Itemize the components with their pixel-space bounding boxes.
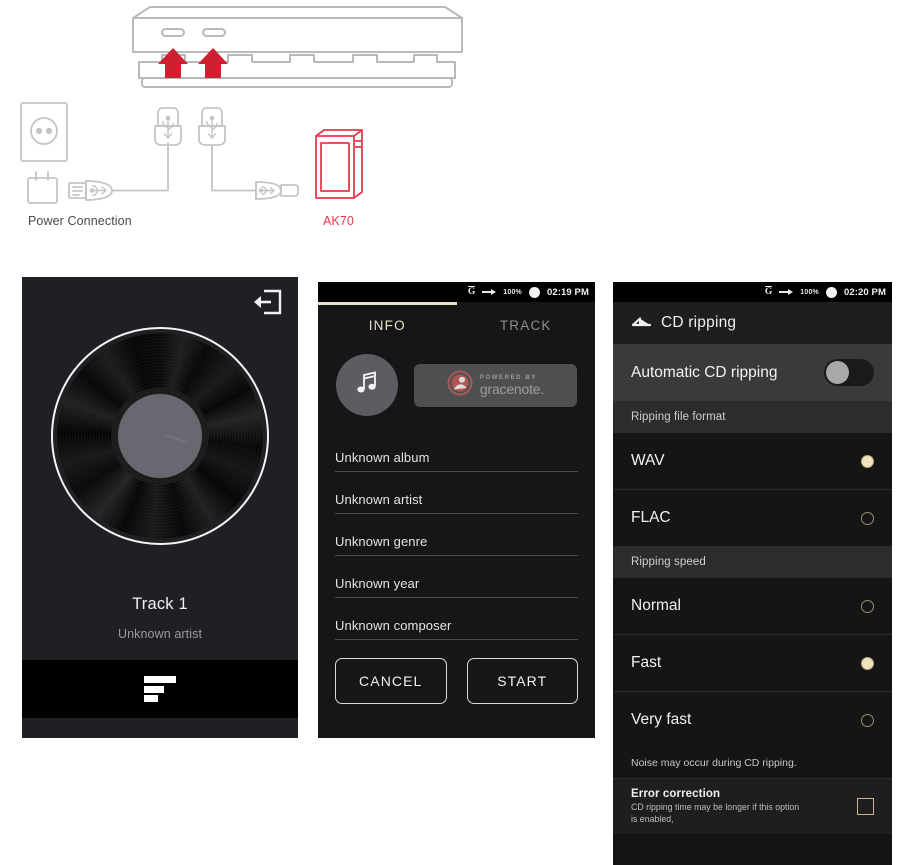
- list-bar-1: [144, 676, 176, 683]
- option-flac-label: FLAC: [631, 509, 671, 526]
- toggle-knob: [826, 361, 849, 384]
- album-cover-placeholder[interactable]: [336, 354, 398, 416]
- error-correction-checkbox[interactable]: [857, 798, 874, 815]
- clock-time: 02:19 PM: [547, 286, 589, 298]
- tab-info[interactable]: INFO: [318, 302, 457, 348]
- now-playing-screen: Astell&Kern Track 1 Unknown artist: [22, 277, 298, 738]
- composer-field-value: Unknown composer: [335, 618, 452, 633]
- album-field[interactable]: Unknown album: [335, 438, 578, 472]
- list-bar-3: [144, 695, 176, 702]
- option-very-fast-label: Very fast: [631, 711, 692, 728]
- list-bar-2: [144, 685, 176, 693]
- cd-info-screen: G 100% 02:19 PM INFO TRACK POWERED BY gr…: [318, 282, 595, 738]
- vinyl-center-label: [118, 394, 202, 478]
- now-playing-body: Astell&Kern Track 1 Unknown artist: [22, 277, 298, 718]
- option-normal[interactable]: Normal: [613, 577, 892, 634]
- option-very-fast-radio[interactable]: [861, 713, 874, 727]
- option-flac[interactable]: FLAC: [613, 489, 892, 546]
- option-flac-radio[interactable]: [861, 511, 874, 525]
- power-connection-label: Power Connection: [28, 214, 132, 228]
- status-bar: G 100% 02:19 PM: [318, 282, 595, 302]
- ripping-speed-note-text: Noise may occur during CD ripping.: [631, 757, 797, 769]
- option-wav-label: WAV: [631, 452, 665, 469]
- track-title: Track 1: [132, 595, 188, 613]
- gracenote-g-icon: G: [467, 286, 476, 298]
- automatic-cd-ripping-label: Automatic CD ripping: [631, 363, 778, 381]
- composer-field[interactable]: Unknown composer: [335, 606, 578, 640]
- album-art-vinyl[interactable]: Astell&Kern: [51, 327, 269, 545]
- transfer-arrow-icon: [482, 283, 497, 301]
- option-fast[interactable]: Fast: [613, 634, 892, 691]
- artist-field-value: Unknown artist: [335, 492, 423, 507]
- ripping-file-format-label: Ripping file format: [631, 410, 726, 423]
- dialog-actions: CANCEL START: [318, 648, 595, 704]
- option-wav[interactable]: WAV: [613, 432, 892, 489]
- track-list-button[interactable]: [22, 660, 298, 718]
- gracenote-badge[interactable]: POWERED BY gracenote.: [414, 363, 577, 407]
- ripping-speed-note: Noise may occur during CD ripping.: [613, 748, 892, 778]
- track-list-icon: [144, 676, 176, 702]
- gracenote-logo-icon: [447, 370, 473, 401]
- error-correction-subtitle: CD ripping time may be longer if this op…: [631, 802, 800, 824]
- album-header: POWERED BY gracenote.: [318, 348, 595, 416]
- ripping-speed-header: Ripping speed: [613, 546, 892, 577]
- automatic-cd-ripping-toggle[interactable]: [824, 359, 874, 386]
- start-button[interactable]: START: [466, 658, 578, 704]
- battery-full-icon: [826, 286, 837, 298]
- settings-header: CD ripping: [613, 302, 892, 344]
- gracenote-g-icon: G: [764, 286, 773, 298]
- artist-field[interactable]: Unknown artist: [335, 480, 578, 514]
- cd-ripping-settings-screen: G 100% 02:20 PM CD ripping Automatic CD …: [613, 282, 892, 865]
- option-very-fast[interactable]: Very fast: [613, 691, 892, 748]
- clock-time: 02:20 PM: [844, 286, 886, 298]
- cancel-button[interactable]: CANCEL: [335, 658, 447, 704]
- option-wav-radio[interactable]: [861, 454, 874, 468]
- track-artist: Unknown artist: [117, 627, 203, 641]
- album-field-value: Unknown album: [335, 450, 430, 465]
- connection-diagram: Power Connection AK70: [0, 0, 902, 260]
- transfer-arrow-icon: [779, 283, 794, 301]
- genre-field-value: Unknown genre: [335, 534, 428, 549]
- battery-full-icon: [529, 286, 540, 298]
- back-arrow-icon[interactable]: [631, 314, 652, 333]
- ripping-file-format-header: Ripping file format: [613, 401, 892, 432]
- option-normal-radio[interactable]: [861, 599, 874, 613]
- ak70-label: AK70: [323, 214, 354, 228]
- option-normal-label: Normal: [631, 597, 681, 614]
- error-correction-title: Error correction: [631, 788, 721, 801]
- tab-bar: INFO TRACK: [318, 302, 595, 348]
- gracenote-powered-by: POWERED BY: [479, 374, 537, 381]
- exit-icon[interactable]: [251, 287, 283, 317]
- gracenote-brand: gracenote.: [479, 380, 545, 397]
- tab-active-indicator: [318, 302, 457, 305]
- battery-percent: 100%: [503, 288, 522, 296]
- option-fast-radio[interactable]: [861, 656, 874, 670]
- music-note-icon: [355, 370, 379, 401]
- option-fast-label: Fast: [631, 654, 662, 671]
- year-field-value: Unknown year: [335, 576, 420, 591]
- screenshot-root: Power Connection AK70 Astell&Kern Track …: [0, 0, 902, 865]
- page-title: CD ripping: [661, 314, 737, 331]
- tab-track[interactable]: TRACK: [457, 302, 596, 348]
- ripping-speed-label: Ripping speed: [631, 555, 706, 568]
- metadata-fields: Unknown album Unknown artist Unknown gen…: [318, 438, 595, 640]
- error-correction-row[interactable]: Error correction CD ripping time may be …: [613, 778, 892, 834]
- automatic-cd-ripping-row[interactable]: Automatic CD ripping: [613, 344, 892, 401]
- status-bar: G 100% 02:20 PM: [613, 282, 892, 302]
- year-field[interactable]: Unknown year: [335, 564, 578, 598]
- genre-field[interactable]: Unknown genre: [335, 522, 578, 556]
- battery-percent: 100%: [800, 288, 819, 296]
